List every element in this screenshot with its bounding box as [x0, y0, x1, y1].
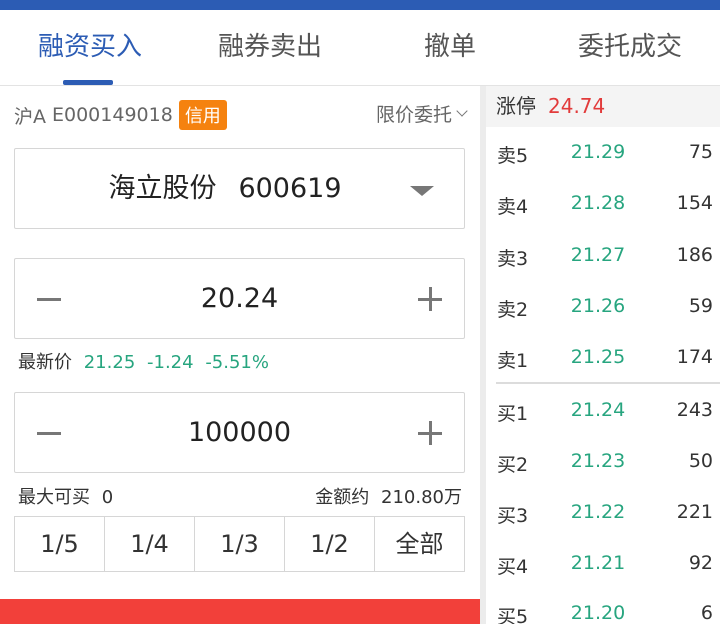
bid-price: 21.20 — [570, 602, 626, 624]
max-buy-value: 0 — [101, 487, 114, 508]
ask-volume: 154 — [676, 192, 713, 214]
ask-price: 21.26 — [570, 295, 626, 317]
bid-volume: 243 — [676, 399, 713, 421]
tab-orders-deals[interactable]: 委托成交 — [540, 10, 720, 86]
bid-level-label: 买5 — [497, 606, 529, 624]
ask-level-label: 卖4 — [497, 196, 529, 218]
latest-change-value: -1.24 — [147, 352, 194, 373]
fraction-1-3-button[interactable]: 1/3 — [195, 517, 285, 571]
ask-level-label: 卖3 — [497, 248, 529, 270]
ask-row[interactable]: 卖1 21.25 174 — [486, 338, 720, 378]
bid-row[interactable]: 买1 21.24 243 — [486, 391, 720, 431]
bid-volume: 92 — [688, 552, 713, 574]
quantity-stepper: 100000 — [14, 392, 465, 473]
account-row[interactable]: 沪A E000149018 信用 — [14, 98, 227, 132]
ask-row[interactable]: 卖5 21.29 75 — [486, 133, 720, 173]
order-type-label: 限价委托 — [375, 104, 452, 126]
ask-price: 21.27 — [570, 244, 626, 266]
market-label: 沪A — [14, 105, 46, 128]
bid-price: 21.21 — [570, 552, 626, 574]
latest-price-label: 最新价 — [18, 352, 72, 373]
chevron-down-icon — [456, 104, 468, 117]
bid-row[interactable]: 买4 21.21 92 — [486, 544, 720, 584]
active-tab-indicator — [63, 80, 113, 85]
bid-level-label: 买1 — [497, 403, 529, 425]
bid-level-label: 买3 — [497, 505, 529, 527]
orderbook-divider — [496, 382, 720, 384]
ask-level-label: 卖1 — [497, 350, 529, 372]
latest-price-row: 最新价 21.25 -1.24 -5.51% — [18, 348, 269, 374]
status-bar — [0, 0, 720, 10]
bid-volume: 221 — [676, 501, 713, 523]
quantity-plus-icon[interactable] — [418, 421, 442, 445]
bid-row[interactable]: 买2 21.23 50 — [486, 442, 720, 482]
bid-level-label: 买4 — [497, 556, 529, 578]
price-stepper: 20.24 — [14, 258, 465, 339]
latest-price-value[interactable]: 21.25 — [84, 352, 136, 373]
order-form: 沪A E000149018 信用 限价委托 海立股份 600619 20.24 最… — [0, 86, 480, 624]
order-book: 涨停 24.74 卖5 21.29 75 卖4 21.28 154 卖3 21.2… — [486, 86, 720, 624]
ask-row[interactable]: 卖3 21.27 186 — [486, 236, 720, 276]
quantity-minus-icon[interactable] — [37, 432, 61, 435]
account-id: E000149018 — [52, 104, 173, 126]
ask-level-label: 卖2 — [497, 299, 529, 321]
ask-price: 21.25 — [570, 346, 626, 368]
price-minus-icon[interactable] — [37, 298, 61, 301]
amount-label: 金额约 — [315, 487, 370, 508]
tab-margin-buy[interactable]: 融资买入 — [0, 10, 180, 86]
bid-price: 21.22 — [570, 501, 626, 523]
ask-volume: 59 — [688, 295, 713, 317]
bid-volume: 50 — [688, 450, 713, 472]
buy-button[interactable] — [0, 599, 480, 624]
bid-volume: 6 — [700, 602, 713, 624]
stock-display: 海立股份 600619 — [15, 149, 435, 230]
limit-up-label: 涨停 — [496, 94, 536, 118]
ask-price: 21.29 — [570, 141, 626, 163]
credit-badge: 信用 — [178, 100, 227, 130]
bid-row[interactable]: 买3 21.22 221 — [486, 493, 720, 533]
fraction-1-2-button[interactable]: 1/2 — [285, 517, 375, 571]
trade-tabs: 融资买入 融券卖出 撤单 委托成交 — [0, 10, 720, 86]
bid-level-label: 买2 — [497, 454, 529, 476]
ask-level-label: 卖5 — [497, 145, 529, 167]
quantity-input[interactable]: 100000 — [75, 393, 404, 474]
price-input[interactable]: 20.24 — [75, 259, 404, 340]
bid-price: 21.24 — [570, 399, 626, 421]
ask-volume: 174 — [676, 346, 713, 368]
price-plus-icon[interactable] — [418, 287, 442, 311]
order-type-select[interactable]: 限价委托 — [375, 100, 468, 127]
fraction-1-5-button[interactable]: 1/5 — [15, 517, 105, 571]
fraction-all-button[interactable]: 全部 — [375, 517, 464, 571]
tab-short-sell[interactable]: 融券卖出 — [180, 10, 360, 86]
quantity-fraction-buttons: 1/5 1/4 1/3 1/2 全部 — [14, 516, 465, 572]
stock-name: 海立股份 — [108, 173, 217, 204]
stock-selector[interactable]: 海立股份 600619 — [14, 148, 465, 229]
latest-change-pct: -5.51% — [205, 352, 269, 373]
limit-up-price[interactable]: 24.74 — [548, 94, 605, 118]
max-buy-label: 最大可买 — [18, 487, 90, 508]
amount-row: 金额约 210.80万 — [315, 483, 462, 509]
ask-volume: 75 — [688, 141, 713, 163]
amount-value: 210.80万 — [381, 487, 462, 508]
ask-price: 21.28 — [570, 192, 626, 214]
limit-up-row: 涨停 24.74 — [486, 86, 720, 127]
dropdown-triangle-icon[interactable] — [410, 186, 434, 196]
ask-row[interactable]: 卖2 21.26 59 — [486, 287, 720, 327]
bid-price: 21.23 — [570, 450, 626, 472]
fraction-1-4-button[interactable]: 1/4 — [105, 517, 195, 571]
tab-cancel-order[interactable]: 撤单 — [360, 10, 540, 86]
ask-volume: 186 — [676, 244, 713, 266]
max-buy-row: 最大可买 0 — [18, 483, 113, 509]
stock-code: 600619 — [238, 173, 342, 204]
ask-row[interactable]: 卖4 21.28 154 — [486, 184, 720, 224]
bid-row[interactable]: 买5 21.20 6 — [486, 594, 720, 624]
